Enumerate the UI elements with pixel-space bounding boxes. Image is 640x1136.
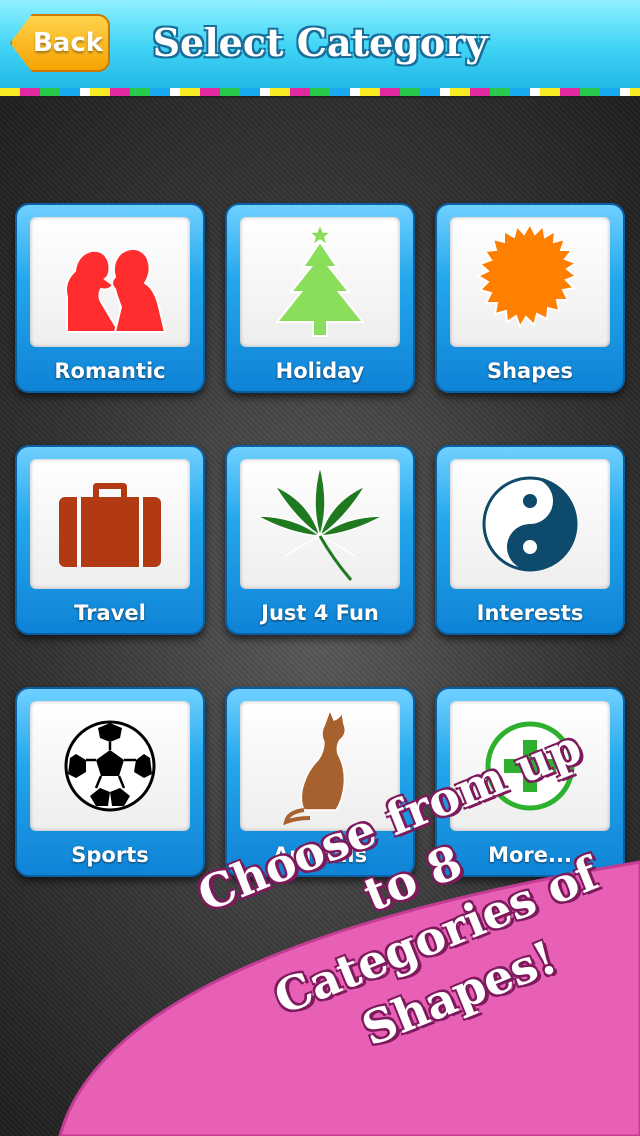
suitcase-icon bbox=[59, 483, 161, 567]
category-tile-interests[interactable]: Interests bbox=[435, 445, 625, 635]
tile-label: Holiday bbox=[275, 359, 365, 383]
category-tile-animals[interactable]: Animals bbox=[225, 687, 415, 877]
soccer-ball-icon bbox=[64, 720, 156, 812]
tile-label: Travel bbox=[74, 601, 146, 625]
yin-yang-icon bbox=[482, 476, 578, 572]
category-tile-sports[interactable]: Sports bbox=[15, 687, 205, 877]
tile-label: Animals bbox=[272, 843, 368, 867]
category-tile-just-4-fun[interactable]: Just 4 Fun bbox=[225, 445, 415, 635]
tile-label: Romantic bbox=[54, 359, 166, 383]
tile-label: Shapes bbox=[486, 359, 574, 383]
header-bar: Back Select Category bbox=[0, 0, 640, 90]
tile-label: Just 4 Fun bbox=[261, 601, 379, 625]
plus-circle-icon bbox=[485, 721, 575, 811]
category-tile-holiday[interactable]: Holiday bbox=[225, 203, 415, 393]
back-button[interactable]: Back bbox=[10, 14, 110, 72]
category-tile-shapes[interactable]: Shapes bbox=[435, 203, 625, 393]
kissing-couple-icon bbox=[65, 247, 167, 333]
tile-label: Interests bbox=[476, 601, 584, 625]
starburst-icon bbox=[475, 222, 579, 330]
cat-icon bbox=[283, 707, 347, 826]
christmas-tree-icon bbox=[274, 222, 366, 337]
decorative-stripe bbox=[0, 88, 640, 98]
tile-label: Sports bbox=[71, 843, 149, 867]
category-tile-travel[interactable]: Travel bbox=[15, 445, 205, 635]
page-title: Select Category bbox=[152, 20, 488, 65]
category-tile-romantic[interactable]: Romantic bbox=[15, 203, 205, 393]
tile-label: More... bbox=[488, 843, 572, 867]
cannabis-leaf-icon bbox=[256, 464, 384, 581]
category-tile-more[interactable]: More... bbox=[435, 687, 625, 877]
category-grid: Romantic Holiday Shapes Travel Just 4 Fu… bbox=[15, 203, 625, 877]
category-screen: Romantic Holiday Shapes Travel Just 4 Fu… bbox=[0, 98, 640, 1136]
